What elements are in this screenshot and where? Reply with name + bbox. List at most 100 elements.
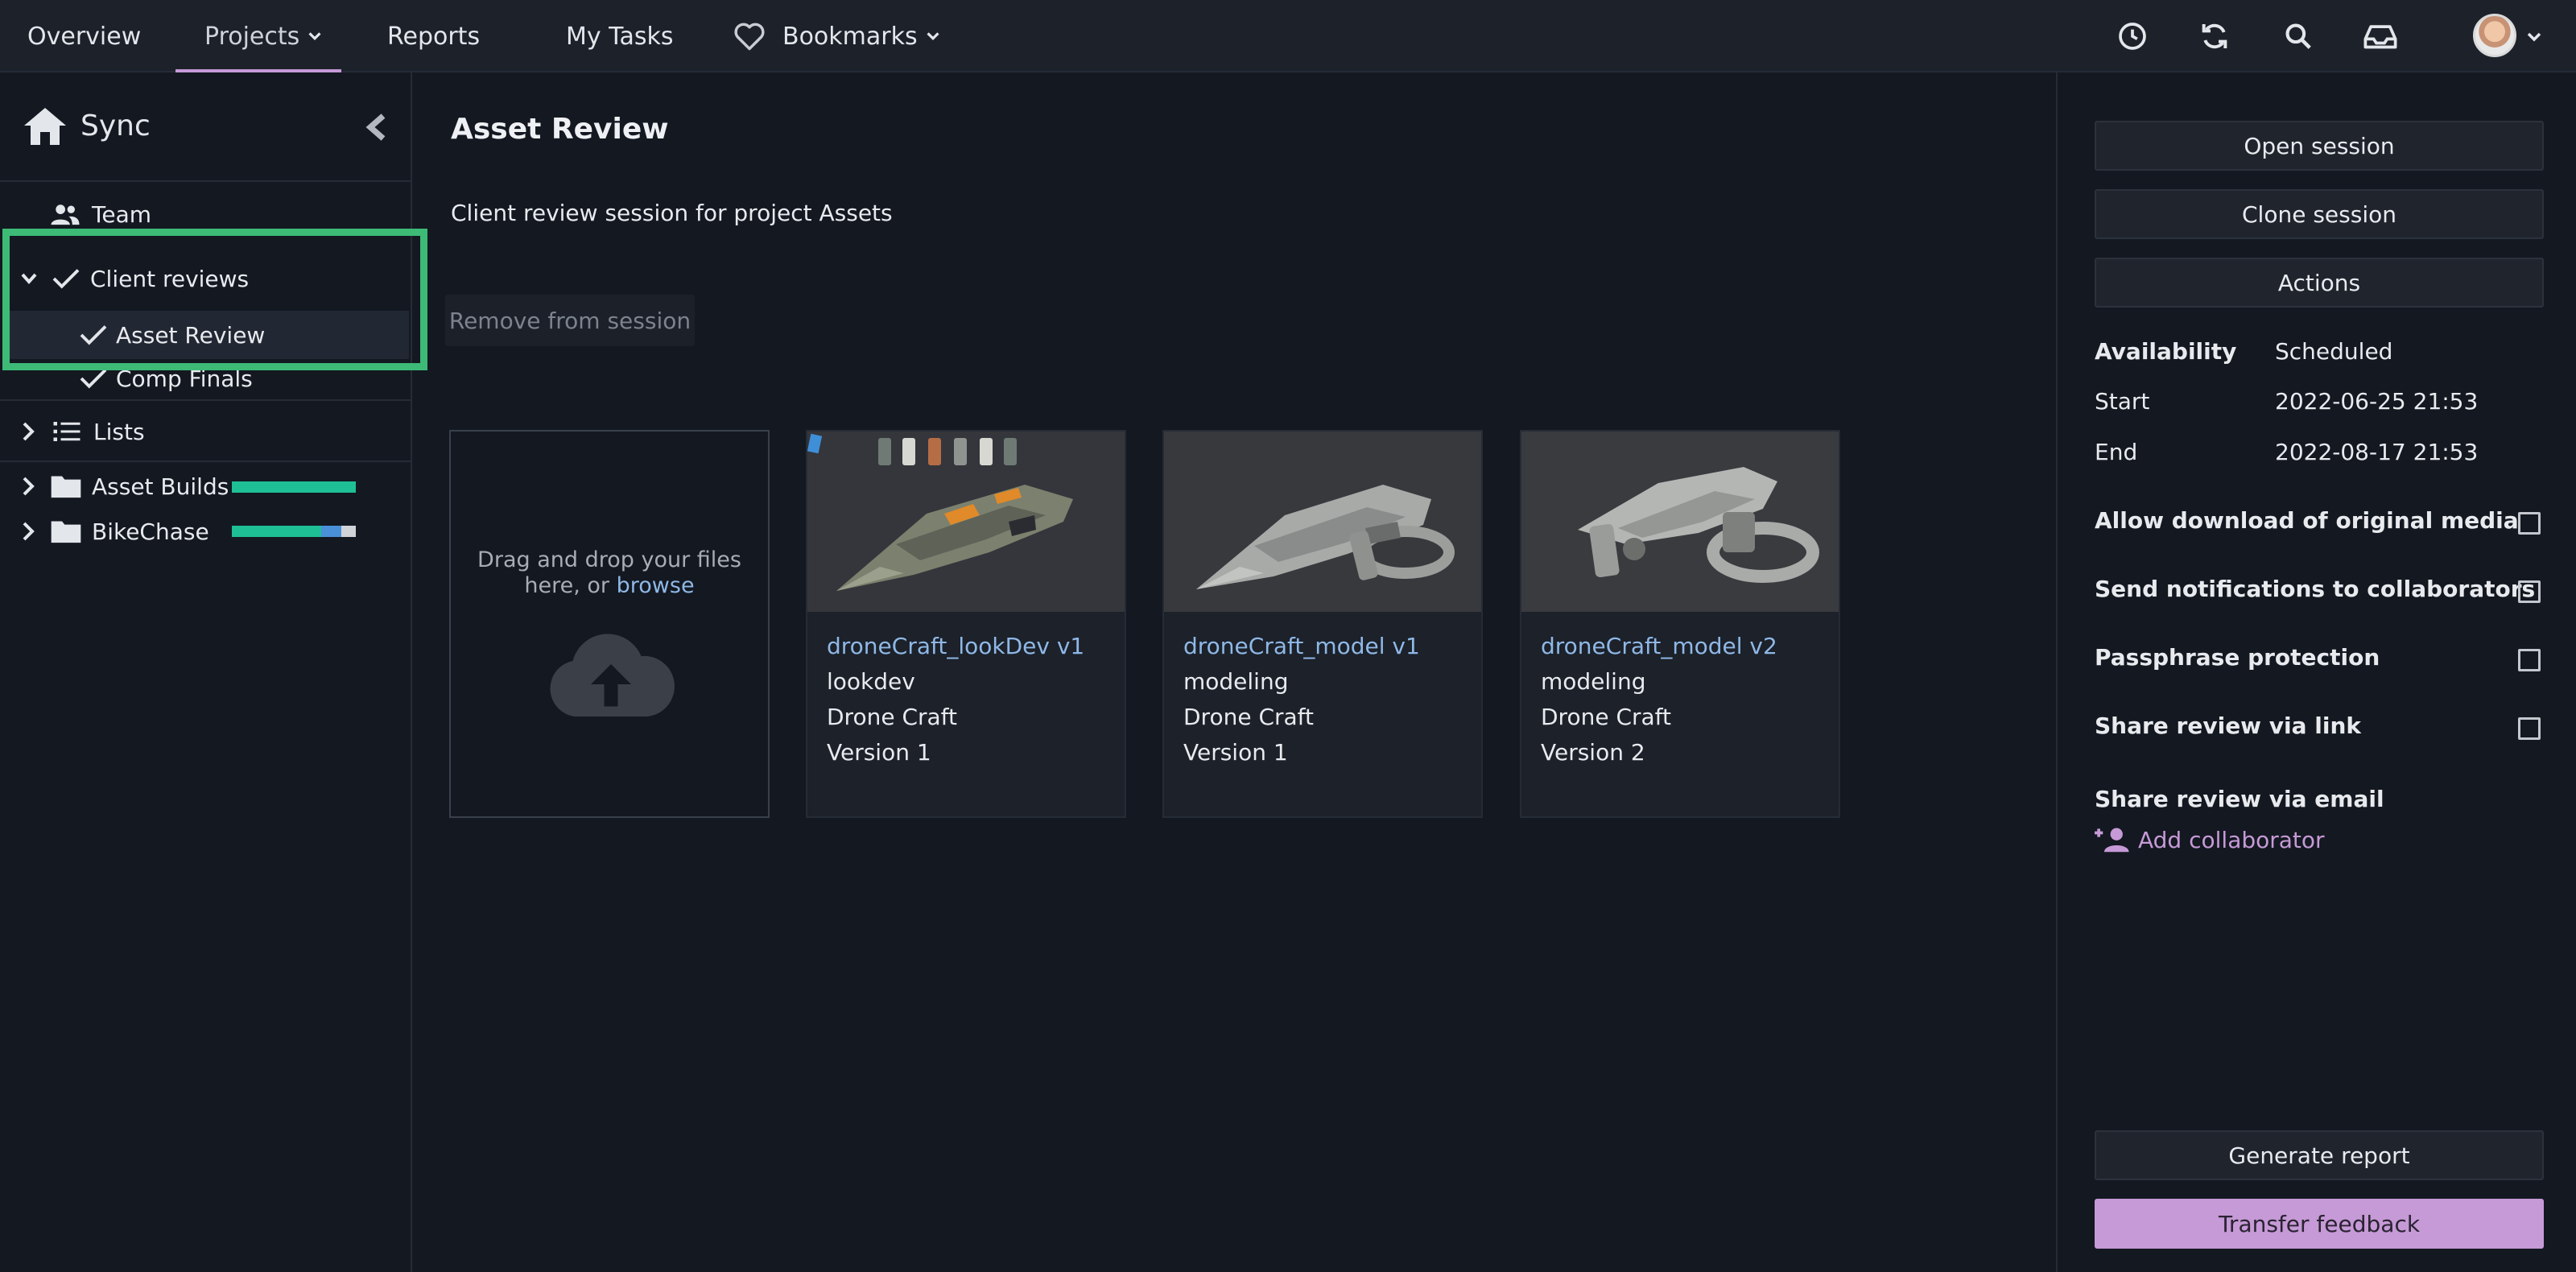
chevron-right-icon[interactable] [19, 476, 37, 497]
folder-icon [51, 521, 81, 543]
end-label: End [2095, 439, 2138, 465]
heart-icon [734, 23, 765, 51]
version-asset: Drone Craft [1183, 704, 1315, 730]
nav-reports-label: Reports [387, 22, 481, 51]
chevron-down-icon [308, 32, 321, 41]
version-asset: Drone Craft [827, 704, 958, 730]
version-asset: Drone Craft [1541, 704, 1672, 730]
allow-download-checkbox[interactable] [2518, 512, 2541, 535]
drone-craft-image [1521, 432, 1839, 612]
share-via-email-label: Share review via email [2095, 786, 2384, 812]
version-name-link[interactable]: droneCraft_lookDev v1 [827, 633, 1084, 659]
version-card[interactable]: droneCraft_model v2 modeling Drone Craft… [1520, 430, 1840, 818]
sidebar-item-label: Client reviews [90, 265, 250, 292]
progress-segment-in-progress [320, 526, 341, 537]
nav-reports[interactable]: Reports [387, 0, 480, 72]
sidebar-item-label: Asset Builds [92, 473, 229, 500]
sidebar-item-client-reviews[interactable]: Client reviews [0, 254, 411, 303]
version-card[interactable]: droneCraft_model v1 modeling Drone Craft… [1162, 430, 1483, 818]
sidebar-item-label: Team [92, 200, 152, 228]
version-task: modeling [1541, 668, 1646, 695]
home-icon[interactable] [23, 106, 68, 147]
sidebar-title: Sync [80, 109, 151, 142]
generate-report-button[interactable]: Generate report [2095, 1130, 2544, 1180]
sync-icon[interactable] [2196, 18, 2233, 55]
sidebar-item-label: Lists [93, 418, 145, 445]
sidebar-item-comp-finals[interactable]: Comp Finals [0, 354, 411, 403]
sidebar-header: Sync [0, 72, 411, 182]
check-icon [80, 325, 107, 345]
cloud-upload-icon [550, 634, 675, 717]
dropzone-text: Drag and drop your files here, or browse [451, 547, 768, 599]
version-thumbnail[interactable] [1521, 432, 1839, 612]
team-icon [51, 204, 80, 225]
passphrase-protection-label: Passphrase protection [2095, 644, 2380, 671]
version-card[interactable]: droneCraft_lookDev v1 lookdev Drone Craf… [806, 430, 1126, 818]
nav-overview[interactable]: Overview [27, 0, 141, 72]
passphrase-protection-checkbox[interactable] [2518, 649, 2541, 671]
actions-button[interactable]: Actions [2095, 258, 2544, 308]
search-icon[interactable] [2280, 18, 2317, 55]
list-icon [53, 422, 80, 441]
sidebar-item-label: Asset Review [116, 321, 266, 349]
clone-session-button[interactable]: Clone session [2095, 189, 2544, 239]
progress-segment-done [232, 526, 321, 537]
check-icon [80, 369, 107, 389]
folder-icon [51, 476, 81, 498]
version-number: Version 2 [1541, 739, 1645, 766]
send-notifications-label: Send notifications to collaborators [2095, 576, 2536, 602]
session-details-panel [2056, 72, 2576, 1272]
version-number: Version 1 [1183, 739, 1288, 766]
inbox-icon[interactable] [2362, 18, 2399, 55]
clock-icon[interactable] [2114, 18, 2151, 55]
collapse-sidebar-icon[interactable] [364, 113, 390, 142]
page-subtitle: Client review session for project Assets [451, 200, 893, 226]
nav-my-tasks[interactable]: My Tasks [566, 0, 674, 72]
share-via-link-checkbox[interactable] [2518, 717, 2541, 740]
version-task: modeling [1183, 668, 1289, 695]
asset-builds-progress-bar [232, 481, 356, 493]
sidebar-item-label: BikeChase [92, 518, 209, 545]
check-icon [52, 269, 80, 289]
nav-overview-label: Overview [27, 22, 142, 51]
nav-projects-label: Projects [204, 22, 300, 51]
page-title: Asset Review [451, 113, 669, 146]
send-notifications-checkbox[interactable] [2518, 580, 2541, 603]
sidebar-item-label: Comp Finals [116, 365, 253, 392]
user-avatar[interactable] [2473, 14, 2516, 57]
drone-craft-image [1164, 432, 1481, 612]
start-date-value[interactable]: 2022-06-25 21:53 [2275, 388, 2478, 415]
add-collaborator-label: Add collaborator [2138, 826, 2325, 853]
version-thumbnail[interactable] [807, 432, 1125, 612]
remove-from-session-button[interactable]: Remove from session [445, 295, 695, 346]
availability-label: Availability [2095, 338, 2237, 365]
add-user-icon [2095, 828, 2129, 853]
nav-bookmarks-label: Bookmarks [782, 22, 918, 51]
availability-value[interactable]: Scheduled [2275, 338, 2392, 365]
browse-link[interactable]: browse [617, 573, 695, 598]
version-name-link[interactable]: droneCraft_model v1 [1183, 633, 1420, 659]
nav-bookmarks[interactable]: Bookmarks [733, 0, 942, 72]
chevron-down-icon[interactable] [19, 269, 39, 288]
sidebar-item-lists[interactable]: Lists [0, 407, 411, 456]
nav-projects[interactable]: Projects [204, 0, 324, 72]
sidebar-item-asset-review[interactable]: Asset Review [10, 311, 409, 359]
file-dropzone[interactable]: Drag and drop your files here, or browse [449, 430, 770, 818]
progress-segment-done [232, 481, 356, 493]
open-session-button[interactable]: Open session [2095, 121, 2544, 171]
progress-segment-not-started [341, 526, 356, 537]
sidebar-item-team[interactable]: Team [0, 190, 411, 238]
version-thumbnail[interactable] [1164, 432, 1481, 612]
version-number: Version 1 [827, 739, 931, 766]
sidebar-divider [0, 399, 411, 401]
end-date-value[interactable]: 2022-08-17 21:53 [2275, 439, 2478, 465]
version-name-link[interactable]: droneCraft_model v2 [1541, 633, 1777, 659]
nav-my-tasks-label: My Tasks [566, 22, 674, 51]
chevron-down-icon[interactable] [2524, 27, 2544, 47]
chevron-right-icon[interactable] [19, 521, 37, 542]
bikechase-progress-bar [232, 526, 356, 537]
chevron-right-icon[interactable] [19, 421, 37, 442]
add-collaborator-button[interactable]: Add collaborator [2095, 826, 2325, 853]
dropzone-instructions: Drag and drop your files here, or [477, 547, 741, 598]
transfer-feedback-button[interactable]: Transfer feedback [2095, 1199, 2544, 1249]
